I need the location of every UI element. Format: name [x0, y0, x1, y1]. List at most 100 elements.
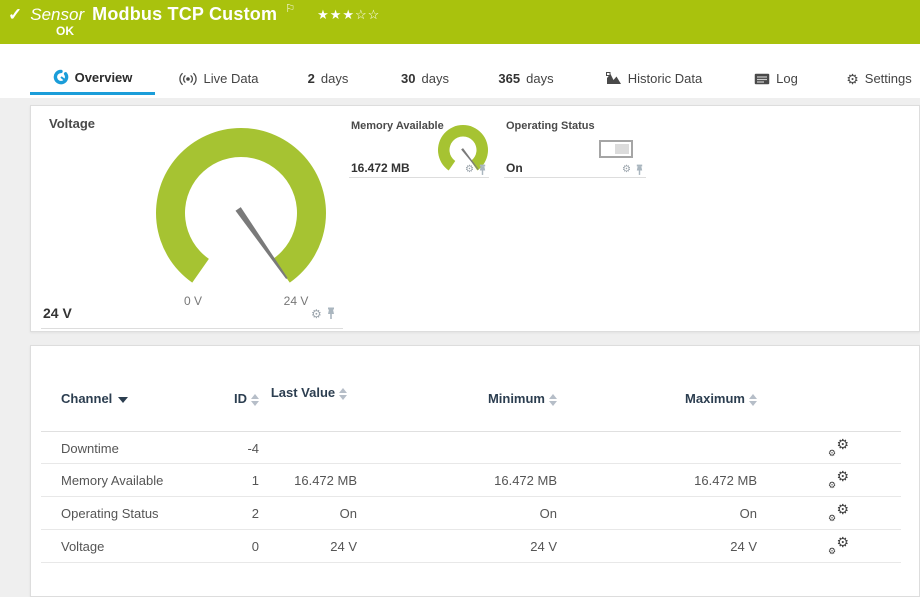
cell-channel: Downtime	[61, 441, 119, 456]
table-row-downtime[interactable]: Downtime -4 ⚙⚙	[41, 431, 901, 464]
priority-flag-icon[interactable]: ⚐	[285, 2, 295, 15]
column-header-id[interactable]: ID	[151, 391, 259, 406]
stars-filled[interactable]: ★★★	[317, 7, 355, 22]
channel-settings-button[interactable]: ⚙⚙	[827, 535, 853, 557]
column-header-minimum-label: Minimum	[488, 391, 545, 406]
status-ok-check-icon: ✓	[8, 6, 22, 23]
sensor-title: Modbus TCP Custom	[92, 4, 277, 25]
voltage-gauge-tools: ⚙	[311, 307, 336, 320]
cell-id: -4	[151, 441, 259, 456]
sort-arrows-icon	[339, 388, 347, 400]
tab-30-days-label: days	[422, 71, 449, 86]
tab-365-days-number: 365	[498, 71, 520, 86]
table-row-operating-status[interactable]: Operating Status 2 On On On ⚙⚙	[41, 497, 901, 530]
voltage-settings-gear-icon[interactable]: ⚙	[311, 308, 322, 320]
column-header-channel[interactable]: Channel	[61, 391, 128, 406]
sort-arrows-icon	[251, 394, 259, 406]
tab-log[interactable]: Log	[748, 62, 804, 95]
channel-table-panel: Channel ID Last Value Minimum Maximum Do…	[30, 345, 920, 597]
cell-last-value: 24 V	[261, 539, 357, 554]
channel-settings-button[interactable]: ⚙⚙	[827, 469, 853, 491]
cell-id: 1	[151, 473, 259, 488]
tab-bar: Overview Live Data 2 days 30 days 365 da…	[0, 62, 920, 98]
cell-maximum: On	[561, 506, 757, 521]
memory-gauge-title: Memory Available	[351, 120, 444, 132]
gear-icon: ⚙	[846, 72, 859, 86]
cell-channel: Voltage	[61, 539, 104, 554]
table-row-memory-available[interactable]: Memory Available 1 16.472 MB 16.472 MB 1…	[41, 464, 901, 497]
cell-maximum: 24 V	[561, 539, 757, 554]
double-gear-icon: ⚙⚙	[827, 502, 851, 524]
tab-settings[interactable]: ⚙ Settings	[842, 62, 916, 95]
tab-365-days[interactable]: 365 days	[490, 62, 562, 95]
priority-stars[interactable]: ★★★☆☆	[317, 7, 380, 23]
double-gear-icon: ⚙⚙	[827, 437, 851, 459]
table-row-voltage[interactable]: Voltage 0 24 V 24 V 24 V ⚙⚙	[41, 530, 901, 563]
double-gear-icon: ⚙⚙	[827, 535, 851, 557]
voltage-pushpin-icon[interactable]	[326, 307, 336, 320]
tab-live-data-label: Live Data	[204, 71, 259, 86]
log-list-icon	[754, 73, 770, 85]
tab-log-label: Log	[776, 71, 798, 86]
cell-minimum: 24 V	[361, 539, 557, 554]
cell-minimum: 16.472 MB	[361, 473, 557, 488]
memory-pushpin-icon[interactable]	[478, 164, 487, 176]
memory-cell-divider	[349, 177, 489, 178]
gauge-icon	[53, 69, 69, 85]
tab-live-data[interactable]: Live Data	[172, 62, 264, 95]
operating-cell-divider	[504, 177, 646, 178]
column-header-minimum[interactable]: Minimum	[361, 391, 557, 406]
cell-id: 0	[151, 539, 259, 554]
voltage-scale-max: 24 V	[269, 294, 323, 308]
cell-maximum: 16.472 MB	[561, 473, 757, 488]
operating-status-value: On	[506, 161, 523, 175]
cell-id: 2	[151, 506, 259, 521]
cell-minimum: On	[361, 506, 557, 521]
area-chart-icon	[606, 72, 622, 85]
cell-last-value: On	[261, 506, 357, 521]
voltage-cell-divider	[41, 328, 343, 329]
memory-settings-gear-icon[interactable]: ⚙	[465, 165, 474, 175]
chevron-down-icon	[118, 397, 128, 403]
toggle-knob	[615, 144, 629, 154]
column-header-last-value[interactable]: Last Value	[261, 384, 357, 401]
live-broadcast-icon	[178, 72, 198, 86]
operating-status-toggle-icon[interactable]	[599, 140, 633, 158]
cell-channel: Memory Available	[61, 473, 163, 488]
tab-overview-label: Overview	[75, 70, 133, 85]
voltage-current-value: 24 V	[43, 305, 72, 321]
stars-empty[interactable]: ☆☆	[355, 7, 380, 22]
object-kind-label: Sensor	[30, 5, 84, 25]
gauges-panel: Voltage 0 V 24 V 24 V ⚙ Memory Available…	[30, 105, 920, 332]
column-header-maximum-label: Maximum	[685, 391, 745, 406]
operating-settings-gear-icon[interactable]: ⚙	[622, 165, 631, 175]
column-header-channel-label: Channel	[61, 391, 112, 406]
sensor-status-badge: OK	[56, 24, 74, 38]
tab-historic-data[interactable]: Historic Data	[598, 62, 710, 95]
channel-settings-button[interactable]: ⚙⚙	[827, 502, 853, 524]
memory-gauge-tools: ⚙	[465, 164, 487, 176]
memory-current-value: 16.472 MB	[351, 161, 410, 175]
cell-last-value: 16.472 MB	[261, 473, 357, 488]
tab-overview[interactable]: Overview	[30, 62, 155, 95]
tab-30-days-number: 30	[401, 71, 415, 86]
tab-2-days-label: days	[321, 71, 348, 86]
channel-settings-button[interactable]: ⚙⚙	[827, 437, 853, 459]
channel-rows: Downtime -4 ⚙⚙ Memory Available 1 16.472…	[41, 431, 901, 563]
column-header-id-label: ID	[234, 391, 247, 406]
tab-30-days[interactable]: 30 days	[394, 62, 456, 95]
sort-arrows-icon	[749, 394, 757, 406]
sort-arrows-icon	[549, 394, 557, 406]
column-header-maximum[interactable]: Maximum	[561, 391, 757, 406]
sensor-header: ✓ Sensor Modbus TCP Custom ⚐ ★★★☆☆ OK	[0, 0, 920, 44]
tab-2-days-number: 2	[308, 71, 315, 86]
tab-2-days[interactable]: 2 days	[300, 62, 356, 95]
operating-pushpin-icon[interactable]	[635, 164, 644, 176]
tab-historic-data-label: Historic Data	[628, 71, 702, 86]
tab-settings-label: Settings	[865, 71, 912, 86]
tab-365-days-label: days	[526, 71, 553, 86]
voltage-gauge-title: Voltage	[49, 116, 95, 131]
cell-channel: Operating Status	[61, 506, 159, 521]
voltage-gauge[interactable]	[146, 118, 336, 308]
operating-status-title: Operating Status	[506, 120, 595, 132]
